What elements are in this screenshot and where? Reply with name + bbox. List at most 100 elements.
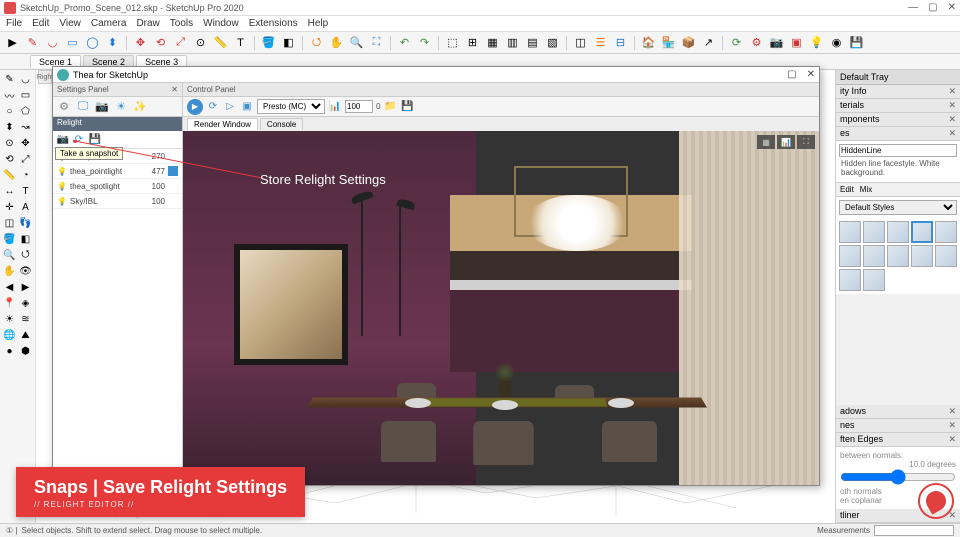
lt-fog-icon[interactable]: ≋ [18,312,33,327]
thea-close-button[interactable]: ✕ [807,69,815,80]
style-tab-mix[interactable]: Mix [860,185,872,194]
lt-paint-icon[interactable]: 🪣 [2,232,17,247]
sp-display-icon[interactable]: 🖵 [75,99,91,115]
tray-header[interactable]: Default Tray [836,70,960,85]
lt-text-icon[interactable]: T [18,184,33,199]
offset-icon[interactable]: ⊙ [192,34,209,51]
outliner-icon[interactable]: ⊟ [612,34,629,51]
sp-gear-icon[interactable]: ⚙ [56,99,72,115]
menu-tools[interactable]: Tools [170,18,193,29]
circle-icon[interactable]: ◯ [84,34,101,51]
lt-section-icon[interactable]: ◫ [2,216,17,231]
settings-panel-close-icon[interactable]: ✕ [171,85,178,94]
thea-save-icon[interactable]: 💾 [848,34,865,51]
lt-walk-icon[interactable]: 👣 [18,216,33,231]
lt-look-icon[interactable]: 👁 [18,264,33,279]
snapshot-icon[interactable]: 📷 [56,133,70,147]
save-icon[interactable]: 💾 [400,100,414,114]
menu-file[interactable]: File [6,18,22,29]
scale-icon[interactable]: ⤢ [172,34,189,51]
thea-panel-icon[interactable]: ▣ [788,34,805,51]
lt-rect-icon[interactable]: ▭ [18,88,33,103]
relight-row[interactable]: 💡 Sky/IBL 100 [53,194,182,209]
style-thumb[interactable] [935,221,957,243]
minimize-button[interactable]: — [908,2,918,13]
lt-ext-icon[interactable]: ⬢ [18,344,33,359]
save-relight-icon[interactable]: 💾 [88,133,102,147]
text-icon[interactable]: T [232,34,249,51]
arc-icon[interactable]: ◡ [44,34,61,51]
iso-icon[interactable]: ⬚ [444,34,461,51]
lt-eraser-icon[interactable]: ◧ [18,232,33,247]
move-icon[interactable]: ✥ [132,34,149,51]
3dw-icon[interactable]: 🏪 [660,34,677,51]
orbit-icon[interactable]: ⭯ [308,34,325,51]
share-icon[interactable]: ↗ [700,34,717,51]
lt-orbit-icon[interactable]: ⭯ [18,248,33,263]
relight-row[interactable]: 💡 thea_spotlight 100 [53,179,182,194]
lt-circle-icon[interactable]: ○ [2,104,17,119]
style-thumb[interactable] [839,221,861,243]
tray-materials[interactable]: terials✕ [836,99,960,113]
lt-prev-icon[interactable]: ◀ [2,280,17,295]
left-icon[interactable]: ▧ [544,34,561,51]
layer-icon[interactable]: ☰ [592,34,609,51]
select-icon[interactable]: ▶ [4,34,21,51]
rotate-icon[interactable]: ⟲ [152,34,169,51]
histogram-icon[interactable]: 📊 [328,100,342,114]
menu-view[interactable]: View [59,18,81,29]
menu-edit[interactable]: Edit [32,18,49,29]
render-histogram-icon[interactable]: 📊 [777,135,795,149]
lt-protractor-icon[interactable]: ◔ [18,168,33,183]
lt-freehand-icon[interactable]: 〰 [2,88,17,103]
thea-gear-icon[interactable]: ⚙ [748,34,765,51]
tape-icon[interactable]: 📏 [212,34,229,51]
left-tag[interactable]: Right [38,70,52,84]
style-thumb[interactable] [863,221,885,243]
eraser-icon[interactable]: ◧ [280,34,297,51]
tray-scenes[interactable]: nes✕ [836,419,960,433]
style-thumb[interactable] [911,245,933,267]
play-button[interactable]: ▶ [187,99,203,115]
lt-shadow-icon[interactable]: ☀ [2,312,17,327]
pencil-icon[interactable]: ✎ [24,34,41,51]
lt-poly-icon[interactable]: ⬠ [18,104,33,119]
lt-move-icon[interactable]: ✥ [18,136,33,151]
zoom-icon[interactable]: 🔍 [348,34,365,51]
lt-zoom-icon[interactable]: 🔍 [2,248,17,263]
style-thumb[interactable] [887,221,909,243]
lt-scale-icon[interactable]: ⤢ [18,152,33,167]
lt-pan-icon[interactable]: ✋ [2,264,17,279]
lt-tape-icon[interactable]: 📏 [2,168,17,183]
right-icon[interactable]: ▥ [504,34,521,51]
maximize-button[interactable]: ▢ [928,2,937,13]
zoomext-icon[interactable]: ⛶ [368,34,385,51]
tray-styles[interactable]: es✕ [836,127,960,141]
style-thumb[interactable] [911,221,933,243]
style-thumb[interactable] [863,269,885,291]
menu-draw[interactable]: Draw [136,18,159,29]
lt-3dtext-icon[interactable]: A [18,200,33,215]
render-expand-icon[interactable]: ⛶ [797,135,815,149]
lt-dim-icon[interactable]: ↔ [2,184,17,199]
paint-icon[interactable]: 🪣 [260,34,277,51]
style-thumb[interactable] [863,245,885,267]
sp-camera-icon[interactable]: 📷 [94,99,110,115]
lt-sandbox-icon[interactable]: ⛰ [18,328,33,343]
lt-next-icon[interactable]: ▶ [18,280,33,295]
lt-push-icon[interactable]: ⬍ [2,120,17,135]
section-icon[interactable]: ◫ [572,34,589,51]
pointer-icon[interactable]: ▷ [223,100,237,114]
thea-render-icon[interactable]: 📷 [768,34,785,51]
lt-position-icon[interactable]: 📍 [2,296,17,311]
close-button[interactable]: ✕ [948,2,956,13]
front-icon[interactable]: ▦ [484,34,501,51]
menu-extensions[interactable]: Extensions [249,18,298,29]
thea-titlebar[interactable]: Thea for SketchUp ▢ ✕ [53,67,819,83]
lt-follow-icon[interactable]: ↝ [18,120,33,135]
top-icon[interactable]: ⊞ [464,34,481,51]
preset-select[interactable]: Presto (MC) [257,99,325,114]
style-name-input[interactable] [839,144,957,157]
render-channel-icon[interactable]: ▦ [757,135,775,149]
tab-console[interactable]: Console [260,118,303,130]
